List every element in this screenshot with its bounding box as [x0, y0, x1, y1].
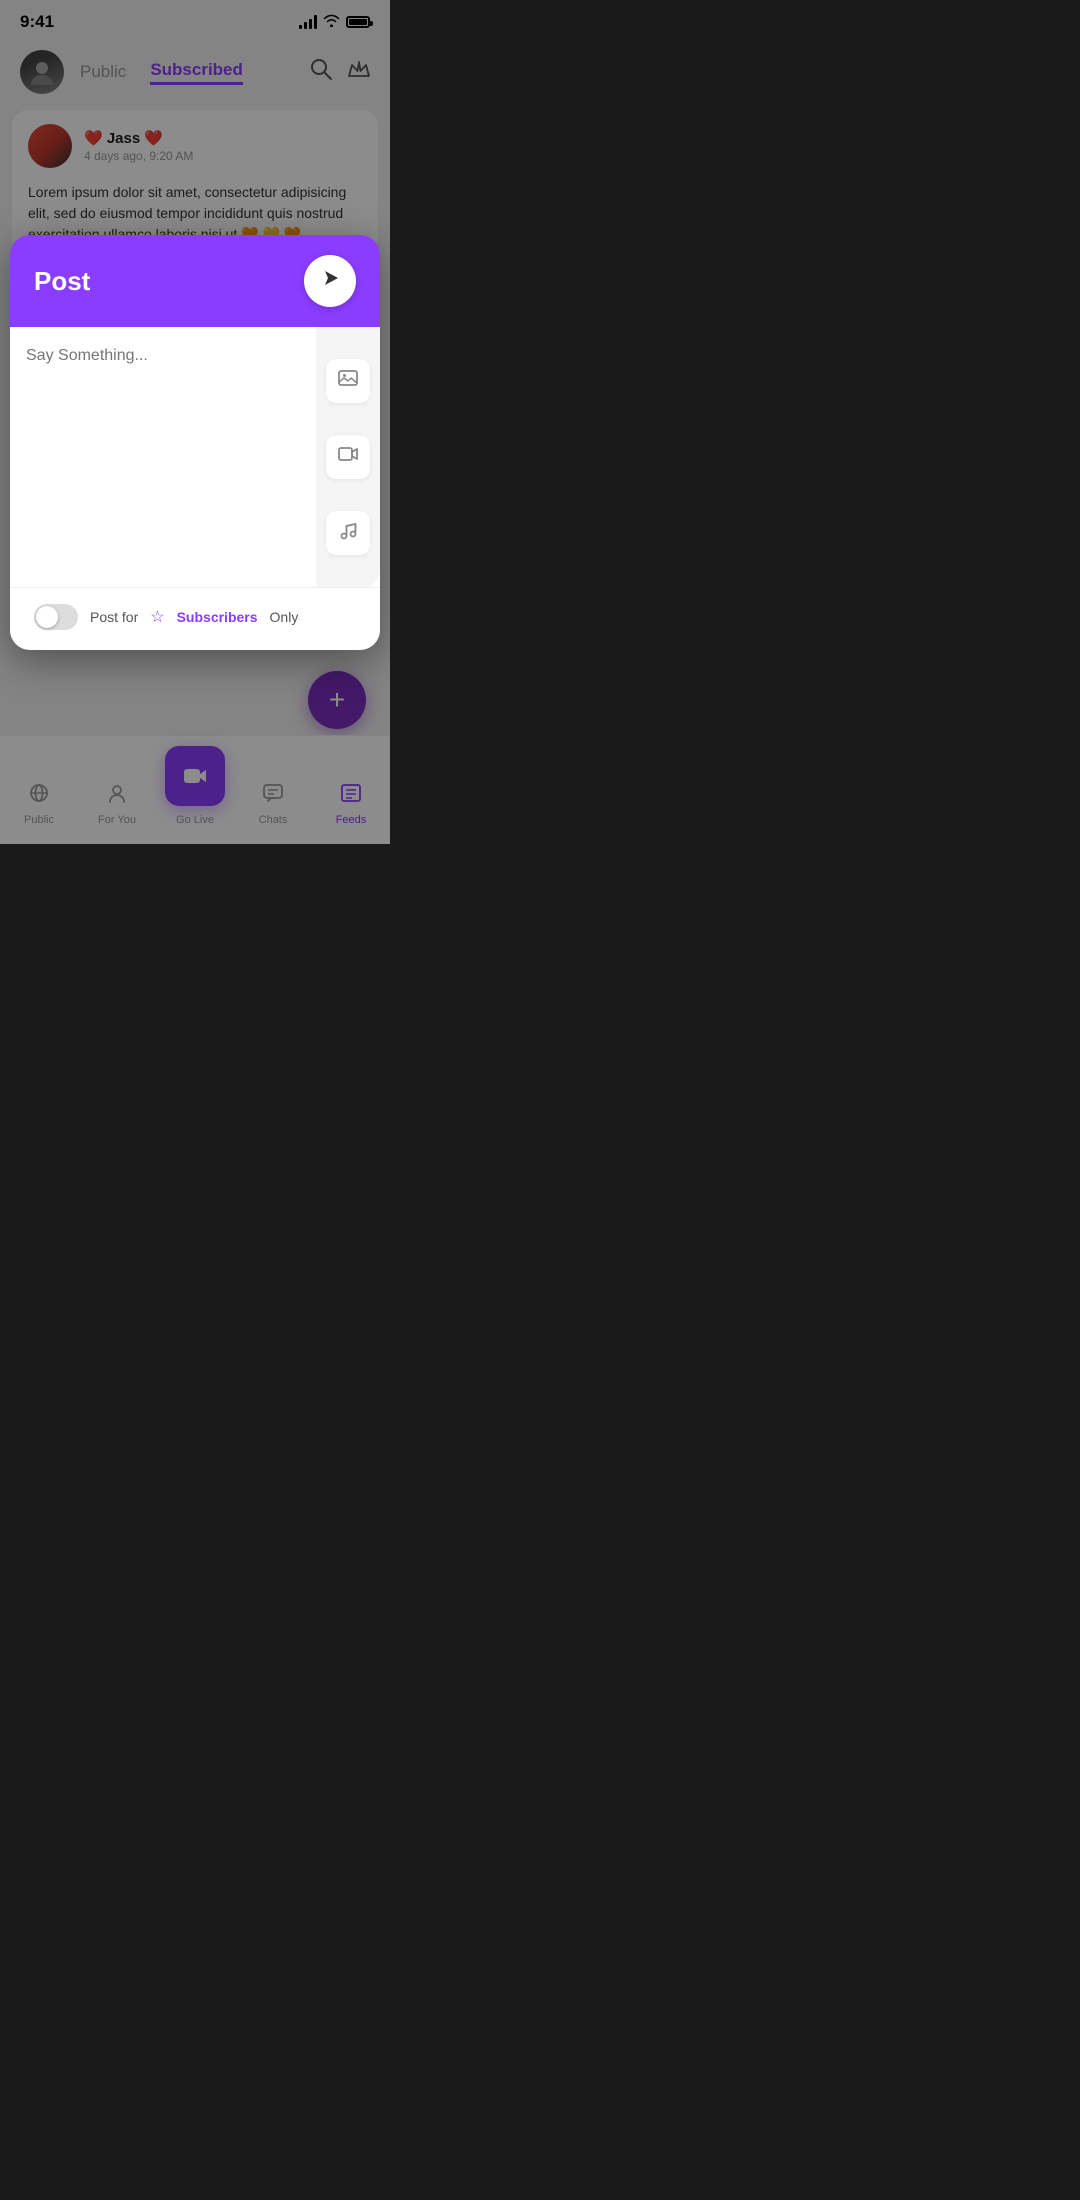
music-upload-button[interactable] [326, 511, 370, 555]
subscribers-label[interactable]: Subscribers [177, 609, 258, 625]
only-label: Only [270, 609, 299, 625]
modal-title: Post [34, 266, 90, 297]
image-icon [337, 367, 359, 395]
app-background: 9:41 [0, 0, 390, 844]
post-modal: Post [10, 235, 380, 650]
post-for-label: Post for [90, 609, 138, 625]
textarea-area [10, 327, 316, 587]
post-textarea[interactable] [26, 347, 300, 527]
video-icon [337, 443, 359, 471]
image-upload-button[interactable] [326, 359, 370, 403]
modal-body [10, 327, 380, 587]
toggle-knob [36, 606, 58, 628]
send-button[interactable] [304, 255, 356, 307]
subscribers-toggle[interactable] [34, 604, 78, 630]
music-icon [337, 519, 359, 547]
modal-header: Post [10, 235, 380, 327]
star-icon: ☆ [150, 607, 164, 627]
media-buttons-panel [316, 327, 380, 587]
send-icon [319, 267, 341, 295]
modal-footer: Post for ☆ Subscribers Only [10, 587, 380, 650]
video-upload-button[interactable] [326, 435, 370, 479]
